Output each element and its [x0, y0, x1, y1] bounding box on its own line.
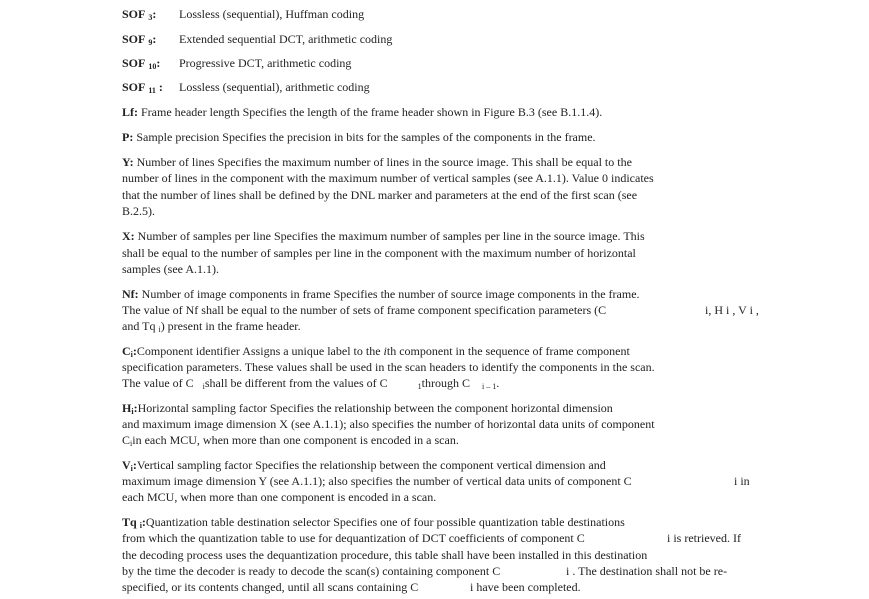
colon: : — [155, 80, 163, 94]
sof9-description: Extended sequential DCT, arithmetic codi… — [179, 32, 393, 46]
sof-label: SOF — [122, 56, 146, 70]
vi-text: Vertical sampling factor Specifies the r… — [136, 458, 606, 472]
hi-definition-line1: Hi:Horizontal sampling factor Specifies … — [122, 401, 613, 417]
ci-symbol: C — [122, 433, 131, 447]
y-text: Number of lines Specifies the maximum nu… — [133, 155, 632, 169]
ci-definition-line2: specification parameters. These values s… — [122, 360, 655, 374]
nf-text-end: ) present in the frame header. — [160, 319, 301, 333]
tq-symbol: and Tq — [122, 319, 156, 333]
sof-label: SOF — [122, 32, 146, 46]
y-term: Y: — [122, 155, 134, 169]
subscript-i: i — [131, 407, 134, 416]
ci-definition-line1: Ci:Component identifier Assigns a unique… — [122, 344, 630, 360]
ci-text-b: shall be different from the values of C — [204, 376, 388, 390]
subscript-i: i — [202, 382, 205, 391]
document-page: SOF 3: Lossless (sequential), Huffman co… — [0, 0, 869, 599]
subscript-i: i — [130, 439, 133, 448]
ci-term: C — [122, 344, 131, 358]
ci-text: Component identifier Assigns a unique la… — [136, 344, 384, 358]
x-definition-line2: shall be equal to the number of samples … — [122, 246, 636, 260]
y-definition-line3: that the number of lines shall be define… — [122, 188, 638, 202]
sof-label: SOF — [122, 80, 146, 94]
ci-text-c: through C — [421, 376, 470, 390]
sof-number: 11 — [148, 86, 156, 95]
ci-text-cont: th component in the sequence of frame co… — [386, 344, 630, 358]
period: . — [496, 376, 500, 390]
ci-definition-line3: The value of C ishall be different from … — [122, 376, 499, 392]
lf-definition: Lf: Frame header length Specifies the le… — [122, 105, 602, 119]
subscript-i: i — [130, 350, 133, 359]
sof3-description: Lossless (sequential), Huffman coding — [179, 7, 365, 21]
tqi-definition-line3: the decoding process uses the dequantiza… — [122, 548, 648, 562]
subscript-i: i — [139, 521, 142, 530]
sof9-entry: SOF 9: — [122, 32, 156, 48]
y-definition-line2: number of lines in the component with th… — [122, 171, 654, 185]
nf-param-list: i, H i , V i , — [705, 303, 759, 317]
sof3-entry: SOF 3: — [122, 7, 156, 23]
hi-definition-line3: Ciin each MCU, when more than one compon… — [122, 433, 459, 449]
subscript-i: i — [130, 464, 133, 473]
nf-definition-line1: Nf: Number of image components in frame … — [122, 287, 640, 301]
tqi-text: Quantization table destination selector … — [145, 515, 625, 529]
vi-definition-line2: maximum image dimension Y (see A.1.1); a… — [122, 474, 632, 488]
nf-definition-line3: and Tq i) present in the frame header. — [122, 319, 301, 335]
sof-label: SOF — [122, 7, 146, 21]
vi-definition-line1: Vi:Vertical sampling factor Specifies th… — [122, 458, 606, 474]
tqi-line5-right: i have been completed. — [470, 580, 581, 594]
x-definition-line3: samples (see A.1.1). — [122, 262, 219, 276]
tqi-definition-line5: specified, or its contents changed, unti… — [122, 580, 419, 594]
ci-text-a: The value of C — [122, 376, 194, 390]
colon: : — [152, 7, 157, 21]
sof-number: 9 — [148, 38, 153, 47]
hi-text: Horizontal sampling factor Specifies the… — [137, 401, 613, 415]
nf-definition-line2: The value of Nf shall be equal to the nu… — [122, 303, 607, 317]
tqi-definition-line4: by the time the decoder is ready to deco… — [122, 564, 501, 578]
vi-term: V — [122, 458, 131, 472]
tqi-definition-line2: from which the quantization table to use… — [122, 531, 585, 545]
colon: : — [152, 32, 157, 46]
sof11-entry: SOF 11 : — [122, 80, 163, 96]
nf-term: Nf: — [122, 287, 139, 301]
hi-text-end: in each MCU, when more than one componen… — [132, 433, 459, 447]
p-term: P: — [122, 130, 134, 144]
p-text: Sample precision Specifies the precision… — [133, 130, 596, 144]
colon: : — [156, 56, 161, 70]
y-definition-line1: Y: Number of lines Specifies the maximum… — [122, 155, 632, 169]
vi-subscript-in: i in — [734, 474, 750, 488]
sof-number: 3 — [148, 13, 153, 22]
tqi-line4-right: i . The destination shall not be re- — [566, 564, 728, 578]
hi-definition-line2: and maximum image dimension X (see A.1.1… — [122, 417, 655, 431]
x-definition-line1: X: Number of samples per line Specifies … — [122, 229, 645, 243]
subscript-1: 1 — [417, 382, 422, 391]
sof-number: 10 — [148, 62, 157, 71]
x-term: X: — [122, 229, 135, 243]
y-definition-line4: B.2.5). — [122, 204, 155, 218]
x-text: Number of samples per line Specifies the… — [134, 229, 645, 243]
tqi-definition-line1: Tq i:Quantization table destination sele… — [122, 515, 625, 531]
hi-term: H — [122, 401, 132, 415]
tqi-line2-right: i is retrieved. If — [667, 531, 741, 545]
sof10-entry: SOF 10: — [122, 56, 160, 72]
tqi-term: Tq — [122, 515, 137, 529]
sof10-description: Progressive DCT, arithmetic coding — [179, 56, 352, 70]
lf-term: Lf: — [122, 105, 138, 119]
subscript-i-minus-1: i – 1 — [481, 382, 497, 391]
p-definition: P: Sample precision Specifies the precis… — [122, 130, 596, 144]
subscript-i: i — [158, 325, 161, 334]
vi-definition-line3: each MCU, when more than one component i… — [122, 490, 437, 504]
nf-text: Number of image components in frame Spec… — [138, 287, 640, 301]
sof11-description: Lossless (sequential), arithmetic coding — [179, 80, 370, 94]
lf-text: Frame header length Specifies the length… — [138, 105, 603, 119]
